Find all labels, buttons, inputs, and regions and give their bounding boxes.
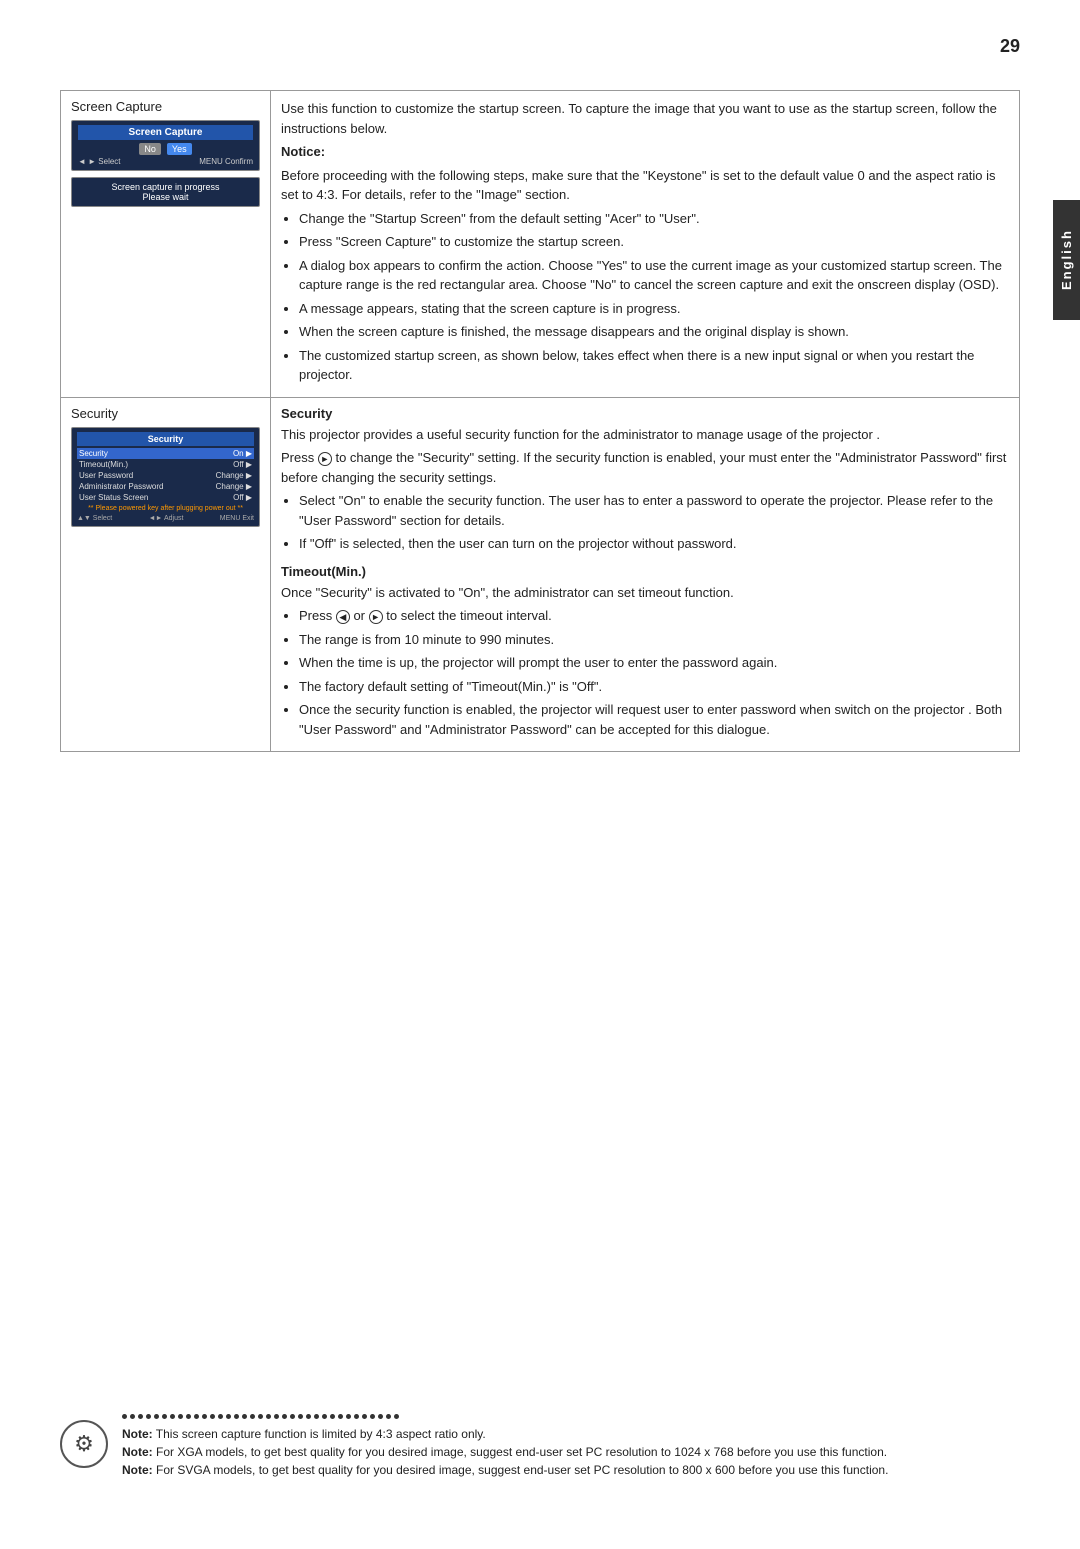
sc-bullet-1: Change the "Startup Screen" from the def…: [299, 209, 1009, 229]
osd-sec-warning: ** Please powered key after plugging pow…: [77, 505, 254, 512]
note-line-1: Note: This screen capture function is li…: [122, 1425, 1020, 1443]
screen-capture-label: Screen Capture: [71, 99, 260, 114]
note-line-2: Note: For XGA models, to get best qualit…: [122, 1443, 1020, 1461]
sc-bullet-6: The customized startup screen, as shown …: [299, 346, 1009, 385]
note-dots: [122, 1414, 1020, 1419]
osd-security: Security Security On ▶ Timeout(Min.) Off…: [71, 427, 260, 527]
sec-bullet-1: Select "On" to enable the security funct…: [299, 491, 1009, 530]
security-heading: Security: [281, 406, 1009, 421]
osd-sc-nav-select: ◄ ► Select: [78, 157, 121, 166]
sc-bullet-3: A dialog box appears to confirm the acti…: [299, 256, 1009, 295]
timeout-bullet-1: Press ◀ or ► to select the timeout inter…: [299, 606, 1009, 626]
security-intro: This projector provides a useful securit…: [281, 425, 1009, 445]
sc-intro-text: Use this function to customize the start…: [281, 99, 1009, 138]
osd-sec-row-timeout: Timeout(Min.) Off ▶: [77, 459, 254, 470]
timeout-bullet-3: When the time is up, the projector will …: [299, 653, 1009, 673]
osd-sc-nav: ◄ ► Select MENU Confirm: [78, 157, 253, 166]
security-row: Security Security Security On ▶ Timeout(…: [61, 397, 1020, 752]
security-bullets: Select "On" to enable the security funct…: [299, 491, 1009, 554]
osd-no-button: No: [139, 143, 161, 155]
main-content-table: Screen Capture Screen Capture No Yes ◄ ►…: [60, 90, 1020, 752]
page-number: 29: [1000, 36, 1020, 57]
timeout-bullet-4: The factory default setting of "Timeout(…: [299, 677, 1009, 697]
security-left: Security Security Security On ▶ Timeout(…: [61, 397, 271, 752]
sc-bullet-2: Press "Screen Capture" to customize the …: [299, 232, 1009, 252]
screen-capture-left: Screen Capture Screen Capture No Yes ◄ ►…: [61, 91, 271, 398]
arrow-left-icon: ◀: [336, 610, 350, 624]
timeout-heading: Timeout(Min.): [281, 564, 1009, 579]
osd-sc-options: No Yes: [78, 143, 253, 155]
osd-sec-row-user-pw: User Password Change ▶: [77, 470, 254, 481]
arrow-right-icon: ►: [318, 452, 332, 466]
osd-yes-button: Yes: [167, 143, 192, 155]
note-text: Note: This screen capture function is li…: [122, 1414, 1020, 1479]
osd-sec-row-user-status: User Status Screen Off ▶: [77, 492, 254, 503]
press-text: to change the "Security" setting. If the…: [281, 450, 1006, 485]
sec-bullet-2: If "Off" is selected, then the user can …: [299, 534, 1009, 554]
timeout-intro: Once "Security" is activated to "On", th…: [281, 583, 1009, 603]
note-line-3: Note: For SVGA models, to get best quali…: [122, 1461, 1020, 1479]
osd-progress-line1: Screen capture in progress: [78, 182, 253, 192]
osd-sc-nav-menu: MENU Confirm: [199, 157, 253, 166]
screen-capture-right: Use this function to customize the start…: [271, 91, 1020, 398]
press-label: Press: [281, 450, 318, 465]
timeout-bullet-2: The range is from 10 minute to 990 minut…: [299, 630, 1009, 650]
timeout-bullets: Press ◀ or ► to select the timeout inter…: [299, 606, 1009, 739]
osd-sec-row-admin-pw: Administrator Password Change ▶: [77, 481, 254, 492]
security-press: Press ► to change the "Security" setting…: [281, 448, 1009, 487]
arrow-right-icon-2: ►: [369, 610, 383, 624]
language-tab: English: [1053, 200, 1080, 320]
osd-sec-nav: ▲▼ Select ◄► Adjust MENU Exit: [77, 515, 254, 522]
osd-sc-title: Screen Capture: [78, 125, 253, 140]
osd-progress: Screen capture in progress Please wait: [71, 177, 260, 207]
osd-sec-title: Security: [77, 432, 254, 446]
screen-capture-row: Screen Capture Screen Capture No Yes ◄ ►…: [61, 91, 1020, 398]
sc-bullets: Change the "Startup Screen" from the def…: [299, 209, 1009, 385]
osd-sec-row-security: Security On ▶: [77, 448, 254, 459]
security-right: Security This projector provides a usefu…: [271, 397, 1020, 752]
note-section: ⚙ Note: This screen capture function is …: [60, 1414, 1020, 1479]
sc-notice-text: Before proceeding with the following ste…: [281, 166, 1009, 205]
sc-bullet-5: When the screen capture is finished, the…: [299, 322, 1009, 342]
sc-bullet-4: A message appears, stating that the scre…: [299, 299, 1009, 319]
osd-screen-capture: Screen Capture No Yes ◄ ► Select MENU Co…: [71, 120, 260, 171]
note-icon: ⚙: [60, 1420, 108, 1468]
timeout-bullet-5: Once the security function is enabled, t…: [299, 700, 1009, 739]
osd-progress-line2: Please wait: [78, 192, 253, 202]
security-label: Security: [71, 406, 260, 421]
sc-notice-label: Notice:: [281, 142, 1009, 162]
